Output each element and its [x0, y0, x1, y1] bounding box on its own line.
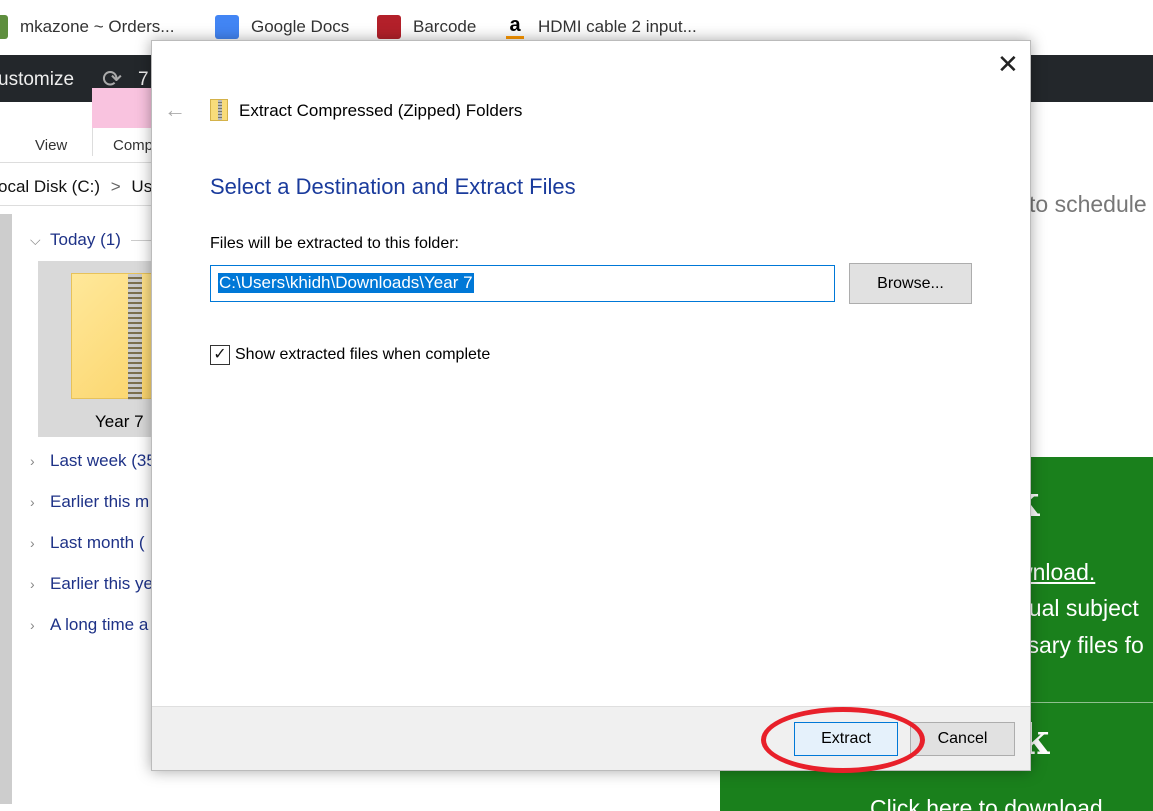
schedule-text: to schedule — [1029, 191, 1147, 217]
file-name: Year 7 — [95, 412, 144, 431]
show-files-label[interactable]: Show extracted files when complete — [235, 346, 490, 364]
destination-input[interactable]: C:\Users\khidh\Downloads\Year 7 — [210, 265, 835, 302]
amazon-icon: a — [506, 15, 524, 39]
file-item-year7[interactable]: Year 7 — [38, 261, 161, 437]
extract-dialog: ✕ ← Extract Compressed (Zipped) Folders … — [151, 40, 1031, 771]
highlight-ellipse — [761, 707, 925, 773]
dialog-heading: Select a Destination and Extract Files — [210, 174, 576, 199]
cancel-button[interactable]: Cancel — [910, 722, 1015, 756]
bookmark-mkazone[interactable]: mkazone ~ Orders... — [0, 14, 174, 40]
back-arrow-icon[interactable]: ← — [164, 97, 186, 123]
destination-label: Files will be extracted to this folder: — [210, 235, 459, 252]
web-page: to schedule — [1029, 102, 1153, 457]
dialog-title: Extract Compressed (Zipped) Folders — [239, 101, 523, 120]
chevron-right-icon: › — [30, 576, 35, 592]
bookmark-label: mkazone ~ Orders... — [20, 17, 175, 36]
zip-folder-icon — [71, 273, 161, 400]
group-today[interactable]: ⌵ Today (1) — [30, 230, 151, 250]
zip-folder-icon — [210, 99, 228, 121]
destination-path: C:\Users\khidh\Downloads\Year 7 — [218, 273, 474, 293]
group-last-month[interactable]: › Last month ( — [30, 533, 145, 553]
address-bar[interactable]: ocal Disk (C:) > Use — [0, 177, 162, 197]
context-tab-highlight — [92, 88, 160, 128]
bookmark-label: Barcode — [413, 17, 477, 36]
breadcrumb-separator: > — [110, 177, 121, 196]
bookmark-google-docs[interactable]: Google Docs — [215, 14, 349, 40]
show-files-checkbox[interactable]: ✓ — [210, 345, 230, 365]
download-link[interactable]: Click here to download — [870, 795, 1103, 811]
close-icon[interactable]: ✕ — [997, 49, 1019, 80]
bookmark-barcode[interactable]: Barcode — [377, 14, 476, 40]
group-earlier-this-year[interactable]: › Earlier this ye — [30, 574, 153, 594]
group-long-time-ago[interactable]: › A long time a — [30, 615, 148, 635]
chevron-right-icon: › — [30, 494, 35, 510]
body-text: dual subject — [1016, 595, 1139, 621]
chevron-right-icon: › — [30, 535, 35, 551]
bookmark-label: HDMI cable 2 input... — [538, 17, 697, 36]
tab-compressed[interactable]: Comp — [113, 137, 153, 154]
chevron-right-icon: › — [30, 453, 35, 469]
body-text: ssary files fo — [1016, 632, 1144, 658]
chevron-down-icon: ⌵ — [30, 232, 41, 248]
tab-view[interactable]: View — [35, 137, 67, 154]
nav-pane-scrollbar[interactable] — [0, 214, 12, 804]
barcode-icon — [377, 15, 401, 39]
bookmark-hdmi[interactable]: a HDMI cable 2 input... — [506, 14, 697, 40]
browse-button[interactable]: Browse... — [849, 263, 972, 304]
chevron-right-icon: › — [30, 617, 35, 633]
shopify-icon — [0, 15, 8, 39]
bookmark-label: Google Docs — [251, 17, 350, 36]
customize-link[interactable]: ustomize — [0, 69, 74, 91]
breadcrumb-disk[interactable]: ocal Disk (C:) — [0, 177, 100, 196]
file-explorer: View Comp ocal Disk (C:) > Use ⌵ Today (1… — [0, 88, 162, 811]
group-earlier-this-month[interactable]: › Earlier this m — [30, 492, 149, 512]
group-last-week[interactable]: › Last week (35 — [30, 451, 156, 471]
google-docs-icon — [215, 15, 239, 39]
